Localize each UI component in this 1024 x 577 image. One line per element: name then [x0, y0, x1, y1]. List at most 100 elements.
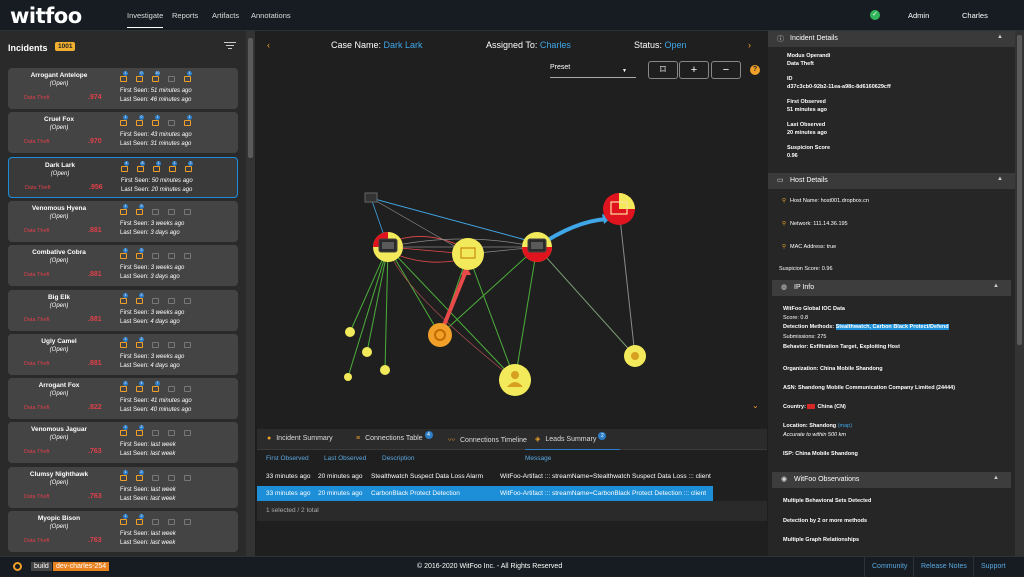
artifact-count-badge: 1	[123, 425, 128, 431]
globe-icon: ◍	[781, 284, 788, 291]
incident-card[interactable]: Clumsy Nighthawk (Open) Data Theft .763 1 2 Fi…	[8, 466, 238, 508]
last-seen-value: last week	[150, 540, 176, 546]
first-seen-label: First Seen:	[120, 353, 151, 360]
incident-name: Cruel Fox	[44, 116, 74, 124]
methods-value[interactable]: Stealthwatch, Carbon Black Protect/Defen…	[835, 324, 949, 330]
first-seen-value: 41 minutes ago	[150, 398, 192, 405]
tab-label: Connections Timeline	[460, 437, 527, 444]
col-description[interactable]: Description	[382, 455, 415, 462]
incident-card[interactable]: Dark Lark (Open) Data Theft .956 4 8 1 1 2 First …	[8, 156, 238, 198]
artifact-icons: 1 0 10 1	[120, 71, 192, 85]
tab-incident-summary[interactable]: ● Incident Summary	[267, 435, 333, 442]
graph-node-host[interactable]	[452, 238, 484, 270]
build-label: build	[31, 562, 52, 571]
tab-leads-summary[interactable]: ◈ Leads Summary 2	[535, 432, 607, 444]
graph-node-small[interactable]	[380, 365, 390, 375]
first-seen: First Seen: 43 minutes ago	[120, 132, 192, 138]
witfoo-observations-header[interactable]: ◉ WitFoo Observations ▲	[772, 472, 1011, 488]
incident-card[interactable]: Arrogant Antelope (Open) Data Theft .974 1 0 1…	[8, 68, 238, 109]
bug-icon	[631, 352, 639, 360]
table-horizontal-scrollbar[interactable]	[713, 501, 767, 521]
col-last-observed[interactable]: Last Observed	[324, 455, 366, 462]
incident-card[interactable]: Big Elk (Open) Data Theft .881 1 2 First Seen:…	[8, 289, 238, 331]
incident-card[interactable]: Ugly Camel (Open) Data Theft .881 1 2 First Se…	[8, 333, 238, 375]
witfoo-logo[interactable]: witfoo	[10, 4, 82, 28]
col-message[interactable]: Message	[525, 455, 551, 462]
last-seen: Last Seen: 4 days ago	[120, 319, 180, 325]
eye-icon: ◉	[781, 476, 788, 483]
incidents-scroll-thumb[interactable]	[248, 38, 253, 158]
incident-card[interactable]: Cruel Fox (Open) Data Theft .970 1 0 1 1 First S…	[8, 112, 238, 154]
submissions: Submissions: 275	[783, 334, 827, 340]
incident-card[interactable]: Arrogant Fox (Open) Data Theft .822 2 4 7 First…	[8, 378, 238, 420]
artifact-count-badge: 3	[139, 203, 144, 209]
leads-icon: ◈	[535, 436, 541, 443]
graph-node-user[interactable]	[499, 364, 531, 396]
artifact-count-badge: 2	[139, 425, 144, 431]
map-link[interactable]: (map)	[838, 423, 852, 429]
first-seen: First Seen: 3 weeks ago	[120, 221, 184, 227]
tab-connections-table[interactable]: ≡ Connections Table 4	[356, 431, 433, 443]
graph-node-small[interactable]	[345, 327, 355, 337]
incident-name: Combative Cobra	[32, 249, 86, 257]
artifact-type-icon	[120, 519, 127, 525]
incident-card[interactable]: Venomous Hyena (Open) Data Theft .881 1 3 Firs…	[8, 200, 238, 242]
network-row[interactable]: ⚲ Network: 111.14.36.195	[782, 221, 848, 227]
support-link[interactable]: Support	[981, 563, 1006, 570]
chevron-down-icon[interactable]: ⌄	[752, 401, 759, 410]
first-seen-value: 43 minutes ago	[150, 132, 192, 139]
nav-artifacts[interactable]: Artifacts	[212, 11, 239, 20]
artifact-icons: 12	[120, 469, 191, 484]
incident-details-header[interactable]: ⓘ Incident Details ▲	[768, 31, 1015, 47]
refresh-icon[interactable]	[13, 562, 22, 571]
col-first-observed[interactable]: First Observed	[266, 455, 309, 462]
first-seen: First Seen: 3 weeks ago	[120, 354, 184, 360]
admin-menu[interactable]: Admin	[908, 11, 929, 20]
nav-investigate[interactable]: Investigate	[127, 11, 164, 28]
incident-modus: Data Theft	[24, 272, 50, 279]
chevron-up-icon: ▲	[993, 283, 999, 289]
ip-info-header[interactable]: ◍ IP Info ▲	[772, 280, 1011, 296]
artifact-count-badge: 1	[123, 469, 128, 475]
details-scroll-thumb[interactable]	[1017, 35, 1022, 345]
graph-edge	[384, 246, 389, 371]
table-row-selected[interactable]: 33 minutes ago 20 minutes ago CarbonBlac…	[257, 486, 713, 501]
user-menu[interactable]: Charles	[962, 11, 988, 20]
graph-node-exploit[interactable]	[428, 323, 452, 347]
incident-card[interactable]: Combative Cobra (Open) Data Theft .881 1 2 Fir…	[8, 245, 238, 287]
accuracy-row: Accurate to within 500 km	[783, 432, 846, 438]
nav-reports[interactable]: Reports	[172, 11, 198, 20]
nav-annotations[interactable]: Annotations	[251, 11, 291, 20]
timeline-icon: 〰	[448, 437, 455, 444]
last-seen-label: Last Seen:	[120, 229, 151, 236]
artifact-type-icon	[184, 208, 191, 215]
incident-card[interactable]: Venomous Jaguar (Open) Data Theft .763 1 2 Fir…	[8, 422, 238, 464]
first-seen-label: First Seen:	[120, 220, 151, 227]
last-seen: Last Seen: 31 minutes ago	[120, 141, 191, 147]
detection-methods: Detection Methods: Stealthwatch, Carbon …	[783, 324, 949, 330]
section-title: Host Details	[790, 177, 828, 184]
filter-icon[interactable]	[224, 40, 236, 50]
incident-state: (Open)	[50, 170, 70, 177]
tab-badge: 4	[424, 431, 433, 439]
tab-connections-timeline[interactable]: 〰 Connections Timeline	[448, 435, 527, 445]
first-observed-label: First Observed	[787, 99, 826, 105]
artifact-icons: 12	[120, 425, 191, 439]
community-link[interactable]: Community	[872, 563, 907, 570]
graph-node-small[interactable]	[344, 373, 352, 381]
table-footer: 1 selected / 2 total	[257, 501, 767, 521]
incident-card[interactable]: Myopic Bison (Open) Data Theft .763 1 2 First …	[8, 511, 238, 552]
graph-node-small[interactable]	[362, 347, 372, 357]
release-notes-link[interactable]: Release Notes	[921, 563, 967, 570]
incident-score: .763	[88, 448, 102, 456]
graph-node-router[interactable]	[364, 192, 378, 203]
first-seen-value: 3 weeks ago	[150, 309, 185, 316]
host-details-header[interactable]: ▭ Host Details ▲	[768, 173, 1015, 189]
incident-graph[interactable]: ‹ › Case Name: Dark Lark Assigned To: Ch…	[257, 31, 767, 422]
incident-modus: Data Theft	[24, 139, 50, 146]
last-seen-label: Last Seen:	[120, 540, 151, 546]
host-name-row[interactable]: ⚲ Host Name: host001.dropbox.cn	[782, 198, 869, 204]
graph-canvas[interactable]	[257, 31, 767, 422]
table-row[interactable]: 33 minutes ago 20 minutes ago Stealthwat…	[257, 469, 713, 484]
mac-row[interactable]: ⚲ MAC Address: true	[782, 244, 836, 250]
